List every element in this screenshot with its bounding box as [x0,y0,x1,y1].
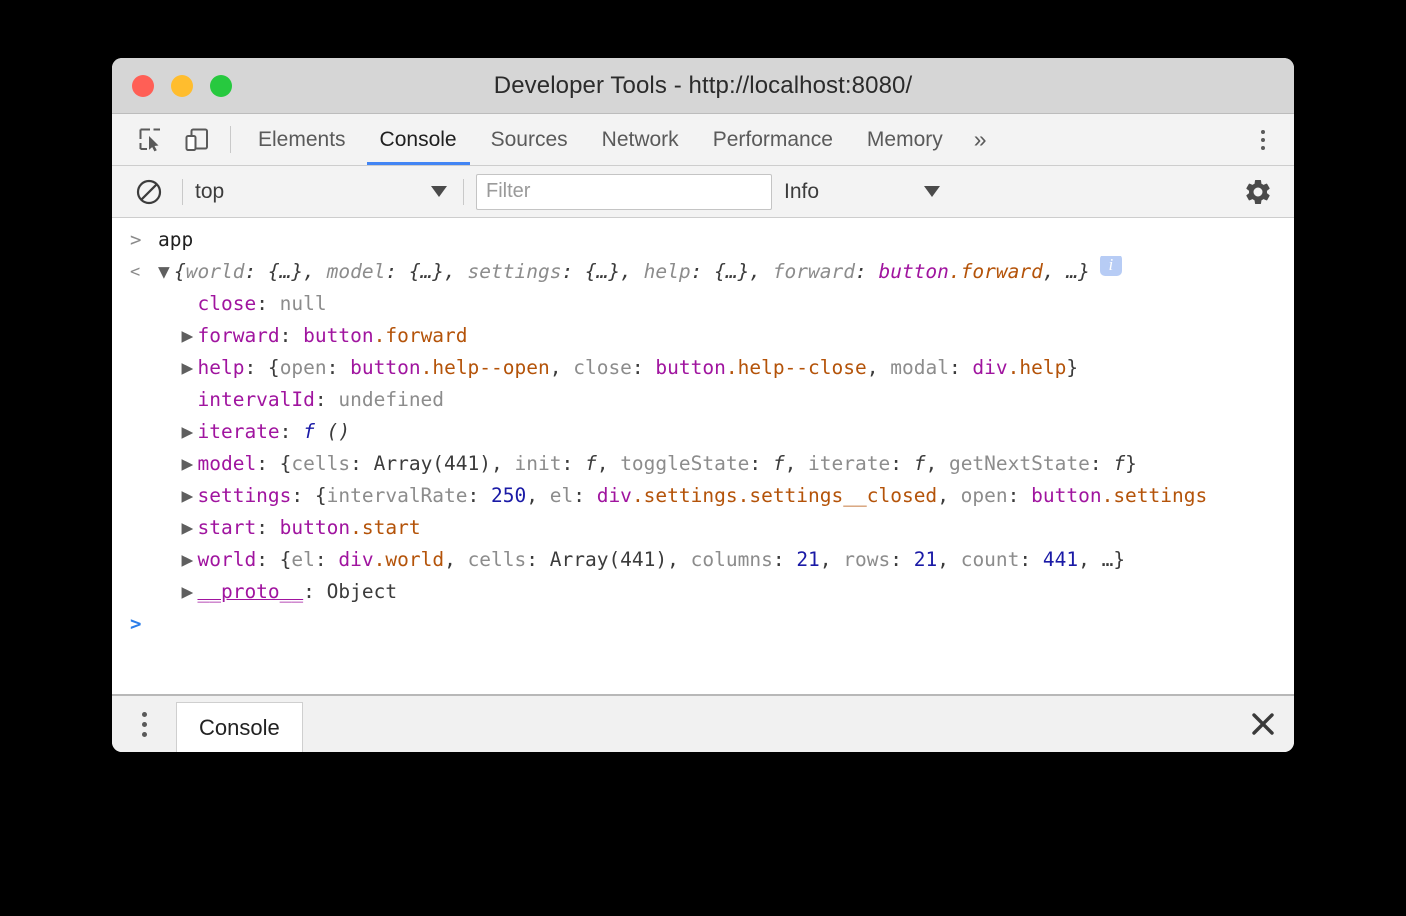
expand-triangle-icon[interactable]: ▶ [181,480,197,512]
drawer-kebab-menu-icon[interactable] [124,696,164,752]
indent-spacer [158,384,181,416]
inspect-element-icon[interactable] [128,114,174,165]
console-property-row: ▶help: {open: button.help--open, close: … [112,352,1294,384]
tab-memory[interactable]: Memory [850,114,960,165]
minimize-window-button[interactable] [171,75,193,97]
indent-spacer [158,288,181,320]
indent-spacer [158,480,181,512]
expand-triangle-icon[interactable]: ▼ [158,256,174,288]
indent-spacer [158,512,181,544]
chevron-down-icon [431,186,447,197]
title-bar: Developer Tools - http://localhost:8080/ [112,58,1294,114]
chevron-down-icon [924,186,940,197]
console-property-row: ▶world: {el: div.world, cells: Array(441… [112,544,1294,576]
tab-label: Console [380,128,457,152]
tab-sources[interactable]: Sources [474,114,585,165]
prompt-caret-icon: > [130,224,158,256]
expand-triangle-icon[interactable]: ▶ [181,320,197,352]
console-output[interactable]: >app<▼{world: {…}, model: {…}, settings:… [112,218,1294,694]
console-input-expression: app [158,224,193,256]
traffic-lights [132,75,232,97]
console-property-row: ▶forward: button.forward [112,320,1294,352]
log-level-value: Info [784,180,924,204]
filter-divider-1 [182,179,183,205]
console-property-row: ▶iterate: f () [112,416,1294,448]
indent-spacer [158,416,181,448]
drawer-spacer [303,696,1232,752]
tab-elements[interactable]: Elements [241,114,363,165]
tab-network[interactable]: Network [585,114,696,165]
indent-spacer [158,576,181,608]
device-toolbar-icon[interactable] [174,114,220,165]
tab-console[interactable]: Console [363,114,474,165]
tab-label: Memory [867,128,943,152]
close-window-button[interactable] [132,75,154,97]
more-tabs-button[interactable]: » [960,114,1001,165]
expand-triangle-icon[interactable]: ▶ [181,544,197,576]
devtools-tab-bar: Elements Console Sources Network Perform… [112,114,1294,166]
tab-performance[interactable]: Performance [696,114,850,165]
execution-context-value: top [195,180,431,204]
result-arrow-icon: < [130,256,158,288]
console-output-row: <▼{world: {…}, model: {…}, settings: {…}… [112,256,1294,288]
execution-context-select[interactable]: top [195,180,451,204]
gear-icon[interactable] [1236,170,1280,214]
console-property-row: ▶start: button.start [112,512,1294,544]
console-filter-bar: top Info [112,166,1294,218]
tab-label: Sources [491,128,568,152]
expand-triangle-icon[interactable]: ▶ [181,352,197,384]
console-input-row: >app [112,224,1294,256]
kebab-menu-icon[interactable] [1246,130,1280,150]
console-property-row: ▶settings: {intervalRate: 250, el: div.s… [112,480,1294,512]
drawer-tab-console[interactable]: Console [176,702,303,752]
close-icon[interactable] [1232,696,1294,752]
devtools-window: Developer Tools - http://localhost:8080/… [112,58,1294,752]
console-property-row: ▶__proto__: Object [112,576,1294,608]
expand-triangle-icon[interactable]: ▶ [181,448,197,480]
tabbar-right-group [1225,114,1294,165]
tab-label: Performance [713,128,833,152]
tab-label: Elements [258,128,346,152]
drawer-tab-label: Console [199,715,280,741]
filter-input[interactable] [476,174,772,210]
console-rows: >app<▼{world: {…}, model: {…}, settings:… [112,224,1294,642]
console-property-row: ▶model: {cells: Array(441), init: f, tog… [112,448,1294,480]
window-title: Developer Tools - http://localhost:8080/ [112,72,1294,100]
indent-spacer [158,448,181,480]
console-property-row: intervalId: undefined [112,384,1294,416]
clear-console-icon[interactable] [128,171,170,213]
indent-spacer [158,544,181,576]
log-level-select[interactable]: Info [784,180,944,204]
maximize-window-button[interactable] [210,75,232,97]
expand-triangle-icon[interactable]: ▶ [181,416,197,448]
info-badge-icon[interactable]: i [1100,256,1122,276]
console-prompt-row[interactable]: > [112,608,1294,642]
expand-triangle-icon[interactable]: ▶ [181,512,197,544]
indent-spacer [158,352,181,384]
chevron-double-right-icon: » [974,126,987,153]
toolbar-divider [230,126,231,153]
object-preview: {world: {…}, model: {…}, settings: {…}, … [174,256,1090,288]
tabbar-spacer [1001,114,1225,165]
expand-triangle-icon[interactable]: ▶ [181,576,197,608]
filter-divider-2 [463,179,464,205]
prompt-caret-icon: > [130,608,158,640]
console-property-row: close: null [112,288,1294,320]
indent-spacer [158,320,181,352]
tab-label: Network [602,128,679,152]
drawer-bar: Console [112,694,1294,752]
